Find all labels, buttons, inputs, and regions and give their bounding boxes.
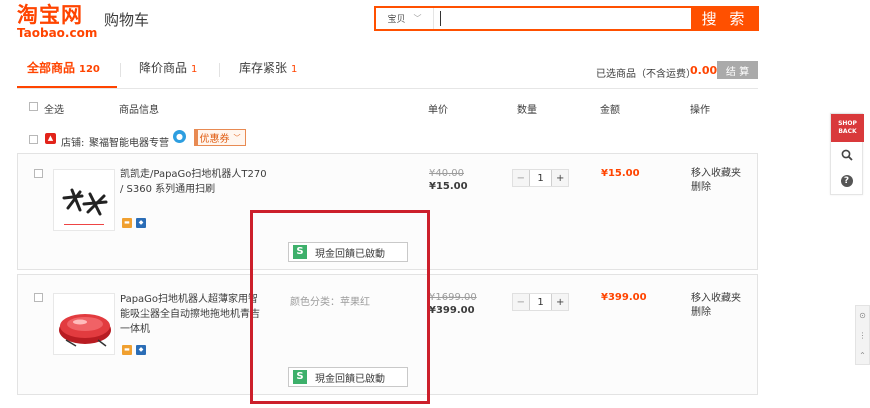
tab-label: 库存紧张: [239, 61, 288, 75]
tab-all-items[interactable]: 全部商品 120: [17, 60, 117, 88]
chevron-down-icon: ﹀: [413, 14, 422, 23]
edge-more-icon[interactable]: ⋮: [856, 326, 869, 346]
side-toolbar: SHOP BACK ?: [830, 113, 864, 195]
cashback-status: S 現金回饋已啟動: [288, 367, 408, 387]
checkout-button[interactable]: 结 算: [717, 61, 758, 79]
search-input[interactable]: [434, 8, 691, 29]
increase-button[interactable]: +: [552, 294, 568, 310]
tab-label: 全部商品: [27, 61, 76, 75]
tab-divider: [120, 63, 121, 77]
tab-label: 降价商品: [139, 61, 188, 75]
edge-toolbar: ⊙ ⋮ ⌃: [855, 305, 870, 365]
current-price: ¥399.00: [429, 305, 475, 316]
increase-button[interactable]: +: [552, 170, 568, 186]
item-spec: 颜色分类：苹果红: [290, 297, 370, 308]
decrease-button[interactable]: −: [513, 170, 529, 186]
shop-name-link[interactable]: 聚福智能电器专营: [89, 134, 169, 149]
shield-icon: ◆: [136, 345, 146, 355]
tab-price-drop[interactable]: 降价商品 1: [129, 60, 229, 88]
search-type-label: 宝贝: [387, 15, 406, 25]
chat-icon[interactable]: ●: [173, 130, 186, 143]
delete-link[interactable]: 删除: [691, 306, 741, 320]
select-all-checkbox[interactable]: [29, 102, 38, 111]
shop-icon: ▲: [45, 133, 56, 144]
tab-divider: [219, 63, 220, 77]
robot-vacuum-image: [59, 314, 111, 347]
cashback-status: S 現金回饋已啟動: [288, 242, 408, 262]
current-price: ¥15.00: [429, 181, 468, 192]
search-bar: 宝贝 ﹀ 搜 索: [374, 6, 759, 31]
shield-icon: ◆: [136, 218, 146, 228]
credit-card-icon: ▬: [122, 345, 132, 355]
coupon-label: 优惠券: [199, 134, 230, 145]
page-title: 购物车: [104, 11, 150, 29]
cart-item: ••• 凯凯走/PapaGo扫地机器人T270 / S360 系列通用扫刷 ▬ …: [17, 153, 758, 270]
cashback-label: 現金回饋已啟動: [315, 248, 385, 260]
credit-card-icon: ▬: [122, 218, 132, 228]
side-help-button[interactable]: ?: [831, 168, 862, 194]
shop-checkbox[interactable]: [29, 135, 38, 144]
help-icon: ?: [840, 175, 853, 187]
item-total: ¥399.00: [601, 292, 647, 303]
item-actions: 移入收藏夹 删除: [691, 167, 741, 195]
shop-label: 店铺:: [61, 138, 85, 149]
item-thumbnail[interactable]: [53, 169, 115, 231]
column-actions: 操作: [690, 105, 710, 116]
search-type-select[interactable]: 宝贝 ﹀: [376, 8, 434, 29]
item-title-link[interactable]: 凯凯走/PapaGo扫地机器人T270 / S360 系列通用扫刷: [120, 167, 268, 197]
chevron-down-icon: ﹀: [233, 133, 241, 142]
tab-low-stock[interactable]: 库存紧张 1: [229, 60, 329, 88]
coupon-button[interactable]: 优惠券 ﹀: [194, 129, 246, 146]
delete-link[interactable]: 删除: [691, 181, 741, 195]
text-caret: [440, 11, 441, 26]
tabs-underline: [17, 88, 758, 89]
search-icon: [841, 149, 853, 161]
item-title-link[interactable]: PapaGo扫地机器人超薄家用智能吸尘器全自动擦地拖地机青吉一体机: [120, 292, 268, 337]
item-checkbox[interactable]: [34, 293, 43, 302]
item-thumbnail[interactable]: [53, 293, 115, 355]
logo-en-text: Taobao.com: [17, 26, 98, 40]
select-all-label: 全选: [44, 105, 64, 116]
quantity-stepper: − 1 +: [512, 293, 569, 311]
cart-tabs: 全部商品 120 降价商品 1 库存紧张 1: [17, 60, 297, 90]
item-checkbox[interactable]: [34, 169, 43, 178]
item-actions: 移入收藏夹 删除: [691, 292, 741, 320]
original-price: ¥40.00: [429, 168, 464, 179]
taobao-logo[interactable]: 淘宝网 Taobao.com: [17, 3, 99, 39]
cart-item: PapaGo扫地机器人超薄家用智能吸尘器全自动擦地拖地机青吉一体机 ▬ ◆ 颜色…: [17, 274, 758, 395]
side-brush-image: [62, 188, 108, 225]
edge-top-icon[interactable]: ⌃: [856, 346, 869, 366]
selected-summary-label: 已选商品（不含运费）: [596, 69, 696, 80]
column-amount: 金额: [600, 105, 620, 116]
column-item-info: 商品信息: [119, 105, 159, 116]
edge-share-icon[interactable]: ⊙: [856, 306, 869, 326]
search-button[interactable]: 搜 索: [691, 6, 759, 31]
quantity-input[interactable]: 1: [528, 294, 553, 310]
item-total: ¥15.00: [601, 168, 640, 179]
selected-amount: 0.00: [690, 64, 718, 77]
decrease-button[interactable]: −: [513, 294, 529, 310]
move-to-favorites-link[interactable]: 移入收藏夹: [691, 292, 741, 306]
column-unit-price: 单价: [428, 105, 448, 116]
cashback-s-icon: S: [293, 245, 307, 259]
side-search-button[interactable]: [831, 142, 862, 168]
logo-cn-text: 淘宝网: [17, 3, 83, 27]
tab-count: 1: [291, 64, 298, 75]
move-to-favorites-link[interactable]: 移入收藏夹: [691, 167, 741, 181]
quantity-input[interactable]: 1: [528, 170, 553, 186]
tab-count: 1: [191, 64, 198, 75]
original-price: ¥1699.00: [429, 292, 477, 303]
cashback-label: 現金回饋已啟動: [315, 373, 385, 385]
cashback-s-icon: S: [293, 370, 307, 384]
shop-back-button[interactable]: SHOP BACK: [831, 114, 864, 142]
tab-count: 120: [79, 64, 100, 75]
column-quantity: 数量: [517, 105, 537, 116]
quantity-stepper: − 1 +: [512, 169, 569, 187]
